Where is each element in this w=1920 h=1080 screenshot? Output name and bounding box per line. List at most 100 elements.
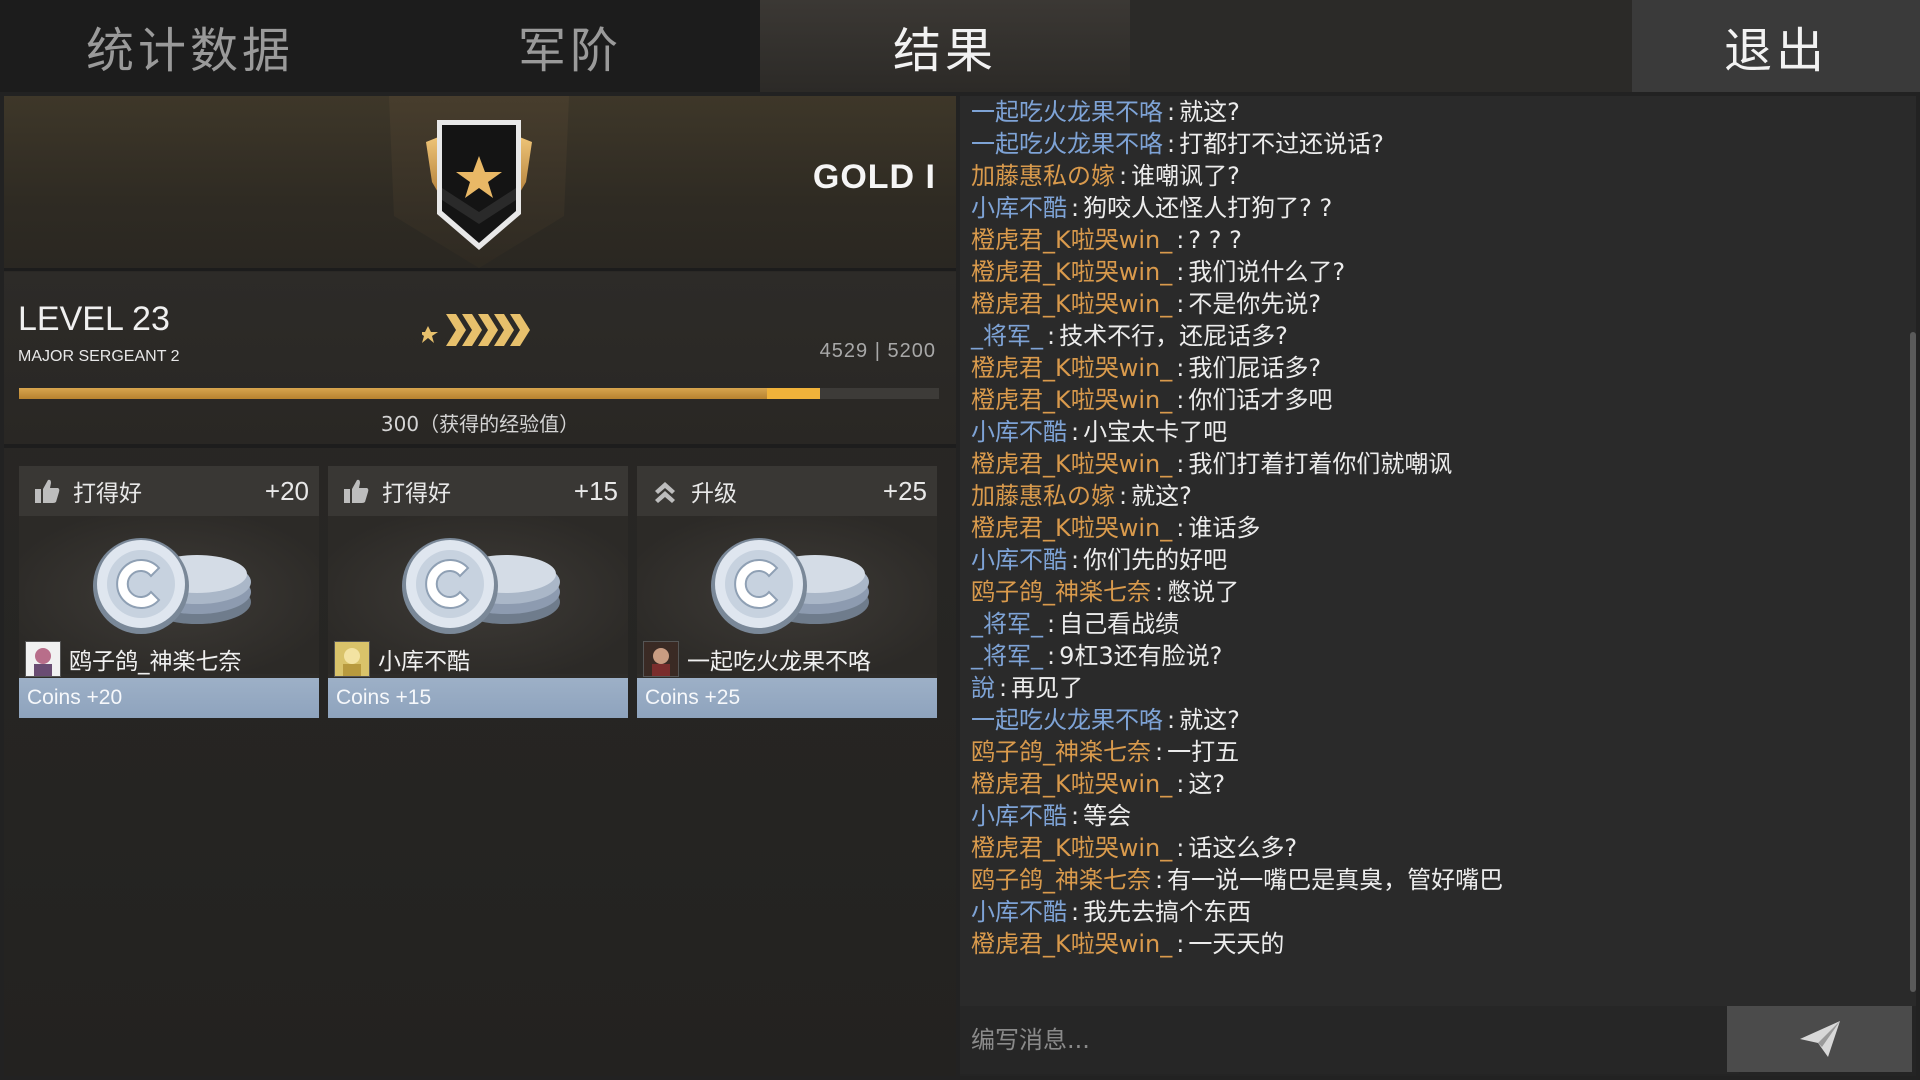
xp-gained-label: 300（获得的经验值）: [380, 412, 580, 436]
chat-message: 橙虎君_K啦哭win_: 我们说什么了?: [960, 256, 1908, 288]
reward-card-header: 升级 +25: [637, 466, 937, 516]
chat-text: 这?: [1188, 770, 1226, 798]
chat-sender[interactable]: 加藤惠私の嫁: [971, 162, 1115, 190]
chat-message: 鸥子鸽_神楽七奈: 一打五: [960, 736, 1908, 768]
rank-emblem-icon: [389, 96, 569, 268]
chat-separator: :: [1176, 450, 1185, 478]
xp-current: 4529: [819, 340, 869, 362]
chat-text: 我们打着打着你们就嘲讽: [1188, 450, 1453, 478]
chat-sender[interactable]: 小库不酷: [971, 418, 1067, 446]
chat-message: 小库不酷: 你们先的好吧: [960, 544, 1908, 576]
chat-separator: :: [1176, 386, 1185, 414]
chat-separator: :: [1167, 130, 1176, 158]
coins-reward-bar: Coins +25: [637, 678, 937, 718]
chat-sender[interactable]: 橙虎君_K啦哭win_: [971, 226, 1172, 254]
chat-separator: :: [1047, 642, 1056, 670]
reward-label: 打得好: [73, 481, 142, 507]
chat-message: 鸥子鸽_神楽七奈: 憋说了: [960, 576, 1908, 608]
chat-sender[interactable]: 橙虎君_K啦哭win_: [971, 354, 1172, 382]
tab-results[interactable]: 结果: [760, 0, 1130, 92]
reward-label: 升级: [691, 481, 737, 507]
chat-separator: :: [1071, 194, 1080, 222]
chat-sender[interactable]: _将军_: [971, 642, 1043, 670]
chat-sender[interactable]: 橙虎君_K啦哭win_: [971, 290, 1172, 318]
exit-button[interactable]: 退出: [1632, 0, 1920, 92]
chat-separator: :: [1176, 226, 1185, 254]
chat-text: 我先去搞个东西: [1083, 898, 1252, 926]
chat-sender[interactable]: _将军_: [971, 610, 1043, 638]
chat-separator: :: [1176, 514, 1185, 542]
chat-message: 橙虎君_K啦哭win_: 不是你先说?: [960, 288, 1908, 320]
coins-reward: Coins +25: [645, 686, 741, 709]
rank-chevron-icon: [422, 314, 530, 346]
chat-separator: :: [1176, 930, 1185, 958]
chat-sender[interactable]: 加藤惠私の嫁: [971, 482, 1115, 510]
chat-message: _将军_: 自己看战绩: [960, 608, 1908, 640]
chat-sender[interactable]: 一起吃火龙果不咯: [971, 706, 1163, 734]
chat-log[interactable]: 一起吃火龙果不咯: 就这? 一起吃火龙果不咯: 打都打不过还说话? 加藤惠私の嫁: 谁嘲讽…: [960, 96, 1908, 1001]
send-button[interactable]: [1727, 1006, 1912, 1072]
reward-label: 打得好: [382, 481, 451, 507]
player-name: 小库不酷: [378, 649, 470, 675]
chat-sender[interactable]: 鸥子鸽_神楽七奈: [971, 738, 1151, 766]
avatar: [25, 641, 61, 677]
chat-sender[interactable]: 橙虎君_K啦哭win_: [971, 770, 1172, 798]
chat-message: 橙虎君_K啦哭win_: 我们屁话多?: [960, 352, 1908, 384]
chat-sender[interactable]: 小库不酷: [971, 898, 1067, 926]
chat-message: 橙虎君_K啦哭win_: 话这么多?: [960, 832, 1908, 864]
xp-progress-bar: [19, 388, 939, 399]
chat-text: 不是你先说?: [1188, 290, 1322, 318]
reward-points: +15: [573, 476, 618, 506]
chat-text: 一打五: [1167, 738, 1240, 766]
chat-text: 我们说什么了?: [1188, 258, 1346, 286]
reward-card-header: 打得好 +15: [328, 466, 628, 516]
chat-separator: :: [1167, 706, 1176, 734]
chat-sender[interactable]: 橙虎君_K啦哭win_: [971, 258, 1172, 286]
paper-plane-icon: [1799, 1021, 1840, 1057]
chat-sender[interactable]: 橙虎君_K啦哭win_: [971, 930, 1172, 958]
chat-sender[interactable]: 小库不酷: [971, 546, 1067, 574]
chat-sender[interactable]: 小库不酷: [971, 802, 1067, 830]
chat-sender[interactable]: 鸥子鸽_神楽七奈: [971, 578, 1151, 606]
chat-scrollbar[interactable]: [1910, 332, 1916, 992]
reward-points: +25: [882, 476, 927, 506]
chat-sender[interactable]: 說: [971, 674, 995, 702]
chat-sender[interactable]: 一起吃火龙果不咯: [971, 130, 1163, 158]
chat-message: 小库不酷: 狗咬人还怪人打狗了? ?: [960, 192, 1908, 224]
chat-sender[interactable]: 橙虎君_K啦哭win_: [971, 450, 1172, 478]
xp-max: 5200: [887, 340, 936, 362]
level-title: LEVEL 23: [18, 300, 170, 338]
chat-message: 橙虎君_K啦哭win_: 谁话多: [960, 512, 1908, 544]
chat-message: 小库不酷: 我先去搞个东西: [960, 896, 1908, 928]
chat-message-input[interactable]: [960, 1006, 1739, 1074]
chat-sender[interactable]: 橙虎君_K啦哭win_: [971, 514, 1172, 542]
chat-sender[interactable]: 小库不酷: [971, 194, 1067, 222]
chat-text: 谁话多: [1188, 514, 1261, 542]
chat-message: 鸥子鸽_神楽七奈: 有一说一嘴巴是真臭，管好嘴巴: [960, 864, 1908, 896]
chat-text: 你们先的好吧: [1083, 546, 1228, 574]
coins-reward-bar: Coins +15: [328, 678, 628, 718]
player-row: 一起吃火龙果不咯: [637, 640, 937, 678]
chat-sender[interactable]: 鸥子鸽_神楽七奈: [971, 866, 1151, 894]
chat-separator: :: [1071, 546, 1080, 574]
chat-message: 橙虎君_K啦哭win_: 你们话才多吧: [960, 384, 1908, 416]
tab-rank[interactable]: 军阶: [380, 0, 760, 92]
chat-sender[interactable]: 橙虎君_K啦哭win_: [971, 386, 1172, 414]
coins-reward: Coins +20: [27, 686, 123, 709]
reward-card: 升级 +25 一起吃火龙果不咯 Coins +25: [637, 466, 937, 718]
chat-separator: :: [1176, 290, 1185, 318]
chat-text: 你们话才多吧: [1188, 386, 1333, 414]
chat-sender[interactable]: 橙虎君_K啦哭win_: [971, 834, 1172, 862]
chat-sender[interactable]: _将军_: [971, 322, 1043, 350]
thumbs-up-icon: [35, 479, 60, 503]
player-name: 鸥子鸽_神楽七奈: [69, 649, 242, 675]
chat-separator: :: [1176, 834, 1185, 862]
chat-message: 一起吃火龙果不咯: 就这?: [960, 96, 1908, 128]
chat-text: 憋说了: [1167, 578, 1240, 606]
player-name: 一起吃火龙果不咯: [687, 649, 871, 675]
chat-separator: :: [1047, 322, 1056, 350]
chat-message: 加藤惠私の嫁: 就这?: [960, 480, 1908, 512]
tab-statistics[interactable]: 统计数据: [0, 0, 380, 92]
chat-separator: :: [1119, 482, 1128, 510]
chat-sender[interactable]: 一起吃火龙果不咯: [971, 98, 1163, 126]
